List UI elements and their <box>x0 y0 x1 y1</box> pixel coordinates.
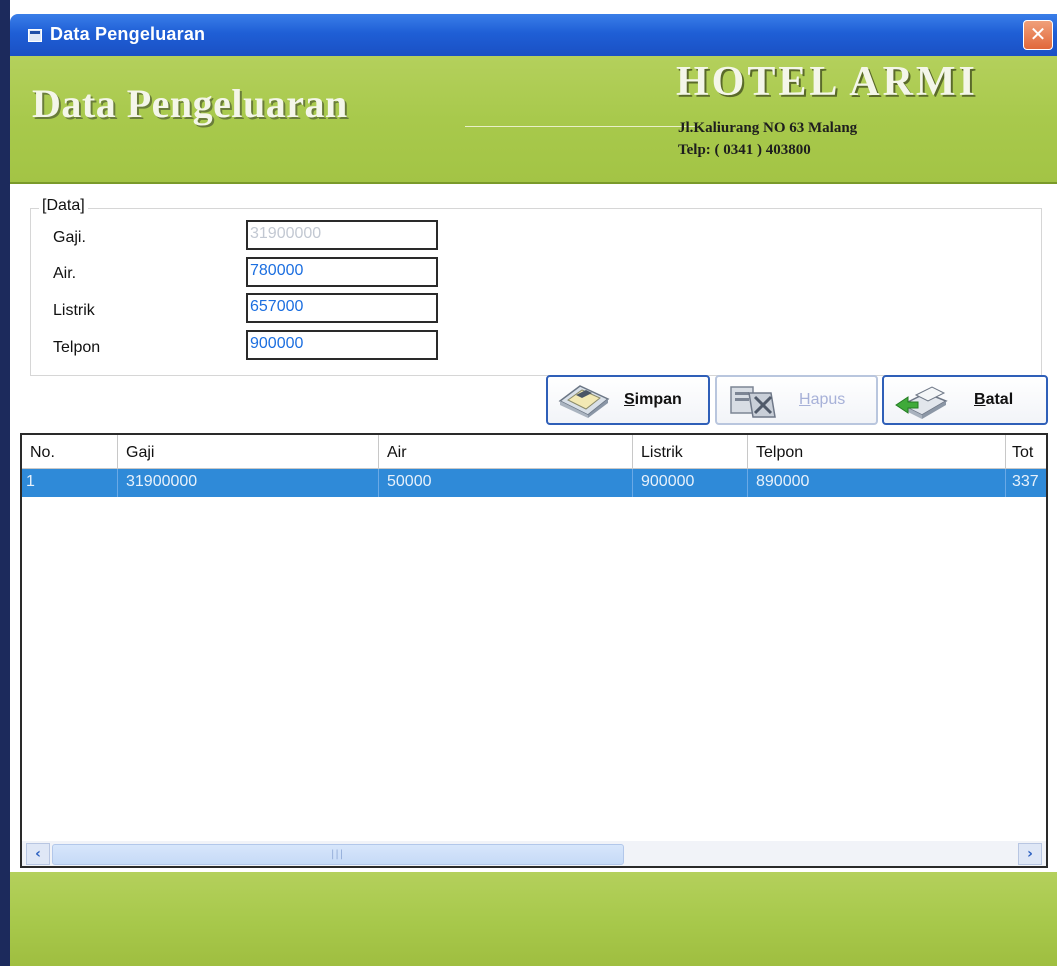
column-header-listrik[interactable]: Listrik <box>633 435 748 469</box>
delete-icon <box>730 386 776 418</box>
column-header-air[interactable]: Air <box>379 435 633 469</box>
air-field[interactable]: 780000 <box>246 257 438 287</box>
cell-telpon: 890000 <box>748 469 1006 497</box>
telpon-field[interactable]: 900000 <box>246 330 438 360</box>
hapus-label: Hapus <box>799 391 846 408</box>
hapus-button[interactable]: Hapus <box>715 375 878 425</box>
scroll-right-button[interactable]: › <box>1018 843 1042 865</box>
gaji-label: Gaji. <box>53 229 86 246</box>
cancel-icon <box>895 386 948 419</box>
listrik-field[interactable]: 657000 <box>246 293 438 323</box>
cell-total: 337 <box>1012 473 1039 490</box>
simpan-button[interactable]: Simpan <box>546 375 710 425</box>
air-label: Air. <box>53 265 77 282</box>
column-header-telpon[interactable]: Telpon <box>748 435 1006 469</box>
close-button[interactable]: ✕ <box>1023 20 1053 50</box>
data-frame: [Data] Gaji. 31900000 Air. 780000 Listri… <box>30 197 1042 376</box>
telpon-label: Telpon <box>53 339 101 356</box>
footer-banner <box>10 872 1057 966</box>
horizontal-scrollbar[interactable]: ‹ ||| › <box>22 841 1046 866</box>
grid-header: No. Gaji Air Listrik Telpon Tot <box>22 435 1046 469</box>
scrollbar-thumb[interactable]: ||| <box>52 844 624 865</box>
hotel-name: HOTEL ARMI <box>676 59 978 105</box>
frame-legend: [Data] <box>39 197 88 215</box>
close-icon: ✕ <box>1029 22 1047 46</box>
header-banner: Data Pengeluaran HOTEL ARMI Jl.Kaliurang… <box>10 56 1057 184</box>
chevron-right-icon: › <box>1027 846 1033 862</box>
hotel-address: Jl.Kaliurang NO 63 Malang <box>678 120 858 136</box>
title-bar[interactable]: Data Pengeluaran ✕ <box>10 14 1057 56</box>
page-title: Data Pengeluaran <box>32 81 348 126</box>
column-header-gaji[interactable]: Gaji <box>118 435 379 469</box>
window-title: Data Pengeluaran <box>50 24 206 44</box>
save-icon <box>558 385 610 418</box>
cell-gaji: 31900000 <box>118 469 379 497</box>
batal-label: Batal <box>974 391 1014 408</box>
column-header-no[interactable]: No. <box>22 435 118 469</box>
cell-air: 50000 <box>379 469 633 497</box>
data-grid[interactable]: No. Gaji Air Listrik Telpon Tot 1 319000… <box>20 433 1048 868</box>
grip-icon: ||| <box>331 849 345 860</box>
cell-no: 1 <box>22 469 118 497</box>
listrik-label: Listrik <box>53 302 95 319</box>
window-left-edge <box>0 0 10 966</box>
cell-listrik: 900000 <box>633 469 748 497</box>
app-window-icon <box>28 29 42 42</box>
title-underline <box>465 126 695 127</box>
hotel-phone: Telp: ( 0341 ) 403800 <box>678 142 811 158</box>
chevron-left-icon: ‹ <box>35 846 41 862</box>
column-header-total[interactable]: Tot <box>1006 435 1046 469</box>
table-row[interactable]: 1 31900000 50000 900000 890000 337 <box>22 469 1046 497</box>
scroll-left-button[interactable]: ‹ <box>26 843 50 865</box>
simpan-label: Simpan <box>624 391 682 408</box>
batal-button[interactable]: Batal <box>882 375 1048 425</box>
gaji-field[interactable]: 31900000 <box>246 220 438 250</box>
